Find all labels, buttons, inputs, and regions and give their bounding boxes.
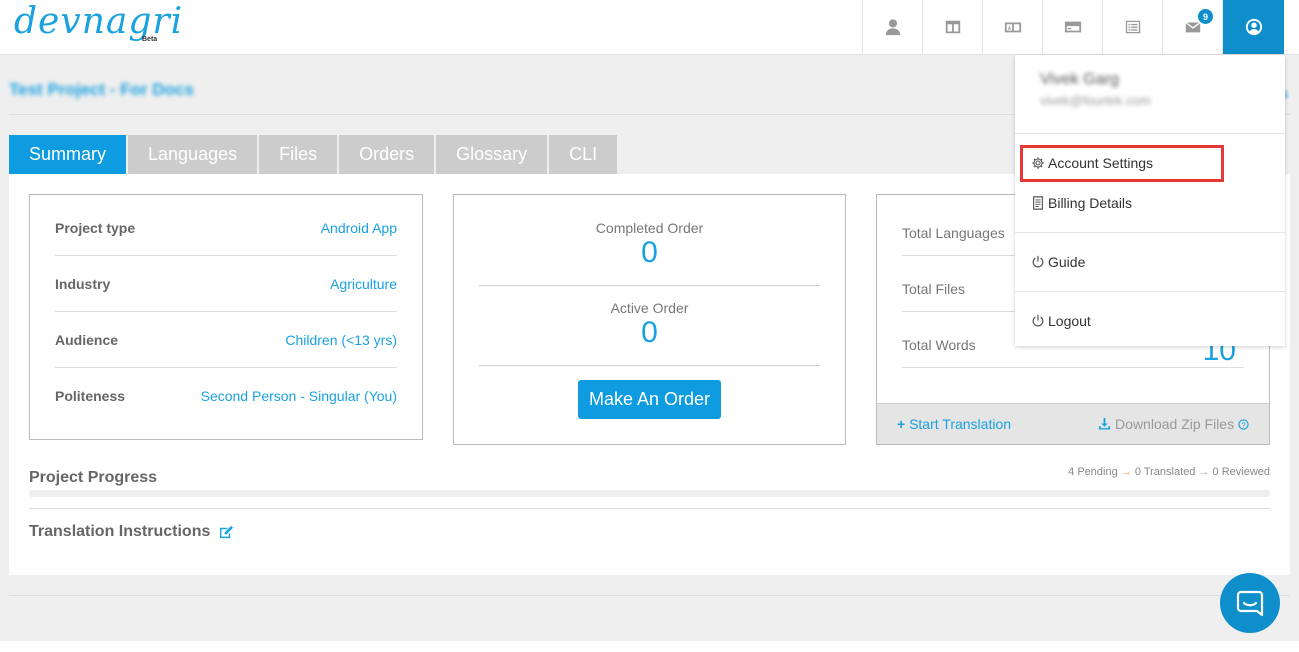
orders-card: Completed Order 0 Active Order 0 Make An… bbox=[453, 194, 846, 445]
power-icon bbox=[1032, 314, 1044, 327]
plus-icon: + bbox=[897, 416, 906, 432]
menu-item-label: Guide bbox=[1048, 254, 1086, 270]
detail-row: Project type Android App bbox=[55, 200, 397, 256]
logo-text: devnagri bbox=[14, 1, 184, 42]
detail-key: Industry bbox=[55, 275, 111, 292]
logo[interactable]: devnagri Beta bbox=[14, 2, 182, 46]
arrow-right-icon: → bbox=[1120, 466, 1135, 478]
credit-card-icon bbox=[1064, 21, 1081, 33]
active-order-label: Active Order bbox=[610, 300, 689, 316]
make-order-button[interactable]: Make An Order bbox=[578, 380, 721, 419]
detail-row: Audience Children (<13 yrs) bbox=[55, 312, 397, 368]
menu-divider bbox=[1015, 133, 1285, 134]
chat-icon bbox=[1236, 590, 1264, 617]
detail-row: Industry Agriculture bbox=[55, 256, 397, 312]
detail-value[interactable]: Second Person - Singular (You) bbox=[201, 388, 397, 404]
menu-item-label: Logout bbox=[1048, 313, 1091, 329]
detail-value[interactable]: Android App bbox=[321, 220, 397, 236]
power-icon bbox=[1032, 255, 1044, 268]
nav-list-button[interactable] bbox=[1102, 0, 1162, 54]
tab-languages[interactable]: Languages bbox=[128, 135, 258, 174]
tab-cli[interactable]: CLI bbox=[549, 135, 618, 174]
user-icon bbox=[885, 19, 900, 36]
project-tabs: Summary Languages Files Orders Glossary … bbox=[9, 135, 619, 174]
detail-key: Project type bbox=[55, 219, 136, 236]
project-progress-title: Project Progress bbox=[29, 469, 158, 486]
menu-item-guide[interactable]: Guide bbox=[1031, 252, 1085, 272]
bottom-divider bbox=[9, 595, 1290, 596]
user-email: vivek@fourtek.com bbox=[1040, 93, 1151, 108]
total-languages-label: Total Languages bbox=[902, 225, 1005, 241]
pending-count: 4 Pending bbox=[1068, 466, 1118, 478]
order-divider bbox=[479, 285, 820, 286]
project-title: Test Project - For Docs bbox=[9, 80, 194, 99]
project-details-card: Project type Android App Industry Agricu… bbox=[29, 194, 423, 440]
start-translation-link[interactable]: + Start Translation bbox=[897, 416, 1011, 432]
nav-projects-button[interactable] bbox=[922, 0, 982, 54]
nav-account-button[interactable] bbox=[1222, 0, 1284, 54]
detail-row: Politeness Second Person - Singular (You… bbox=[55, 368, 397, 424]
stats-footer: + Start Translation Download Zip Files ? bbox=[877, 403, 1269, 444]
active-order-count: 0 bbox=[641, 316, 658, 349]
download-icon bbox=[1099, 417, 1111, 430]
nav-icon-bar: 9 bbox=[862, 0, 1284, 54]
menu-item-label: Billing Details bbox=[1048, 195, 1133, 211]
menu-item-logout[interactable]: Logout bbox=[1031, 311, 1091, 331]
columns-icon bbox=[945, 20, 960, 34]
detail-key: Audience bbox=[55, 331, 119, 348]
highlight-box bbox=[1020, 145, 1224, 182]
tab-summary[interactable]: Summary bbox=[9, 135, 127, 174]
tab-glossary[interactable]: Glossary bbox=[436, 135, 548, 174]
nav-messages-button[interactable]: 9 bbox=[1162, 0, 1222, 54]
reviewed-count: 0 Reviewed bbox=[1212, 466, 1270, 478]
logo-beta-label: Beta bbox=[142, 36, 158, 43]
user-name: Vivek Garg bbox=[1040, 71, 1119, 88]
completed-order-label: Completed Order bbox=[595, 220, 704, 236]
translation-instructions-title: Translation Instructions bbox=[29, 523, 211, 540]
detail-value[interactable]: Agriculture bbox=[330, 276, 397, 292]
document-icon bbox=[1033, 196, 1043, 210]
chat-launcher-button[interactable] bbox=[1220, 573, 1280, 633]
nav-billing-button[interactable] bbox=[1042, 0, 1102, 54]
section-divider bbox=[29, 508, 1270, 509]
nav-profile-button[interactable] bbox=[862, 0, 922, 54]
completed-order-count: 0 bbox=[641, 236, 658, 269]
menu-item-billing-details[interactable]: Billing Details bbox=[1031, 193, 1132, 213]
user-circle-icon bbox=[1245, 18, 1262, 36]
top-navbar: devnagri Beta 9 bbox=[0, 0, 1299, 55]
svg-text:?: ? bbox=[1241, 420, 1245, 429]
tab-files[interactable]: Files bbox=[259, 135, 338, 174]
menu-divider bbox=[1015, 291, 1285, 292]
menu-user-info: Vivek Garg vivek@fourtek.com bbox=[1040, 71, 1151, 108]
help-icon[interactable]: ? bbox=[1238, 419, 1249, 430]
user-dropdown-menu: Vivek Garg vivek@fourtek.com Account Set… bbox=[1015, 55, 1285, 346]
menu-divider bbox=[1015, 232, 1285, 233]
translate-icon bbox=[1004, 22, 1021, 33]
translated-count: 0 Translated bbox=[1134, 466, 1196, 478]
order-divider bbox=[479, 365, 820, 366]
detail-key: Politeness bbox=[55, 388, 126, 404]
nav-translate-button[interactable] bbox=[982, 0, 1042, 54]
download-zip-link[interactable]: Download Zip Files ? bbox=[1098, 416, 1249, 432]
message-count-badge: 9 bbox=[1198, 9, 1213, 24]
progress-stats: 4 Pending → 0 Translated → 0 Reviewed bbox=[1068, 466, 1270, 478]
arrow-right-icon: → bbox=[1198, 466, 1213, 478]
start-translation-label: Start Translation bbox=[909, 416, 1012, 432]
total-words-label: Total Words bbox=[902, 337, 976, 353]
translation-instructions-heading: Translation Instructions bbox=[29, 523, 234, 541]
download-zip-label: Download Zip Files bbox=[1115, 416, 1235, 432]
detail-value[interactable]: Children (<13 yrs) bbox=[285, 332, 397, 348]
total-files-label: Total Files bbox=[902, 281, 966, 297]
bottom-strip bbox=[0, 641, 1299, 652]
edit-icon[interactable] bbox=[219, 525, 234, 539]
progress-bar bbox=[29, 490, 1270, 497]
tab-orders[interactable]: Orders bbox=[339, 135, 435, 174]
list-icon bbox=[1125, 20, 1140, 34]
